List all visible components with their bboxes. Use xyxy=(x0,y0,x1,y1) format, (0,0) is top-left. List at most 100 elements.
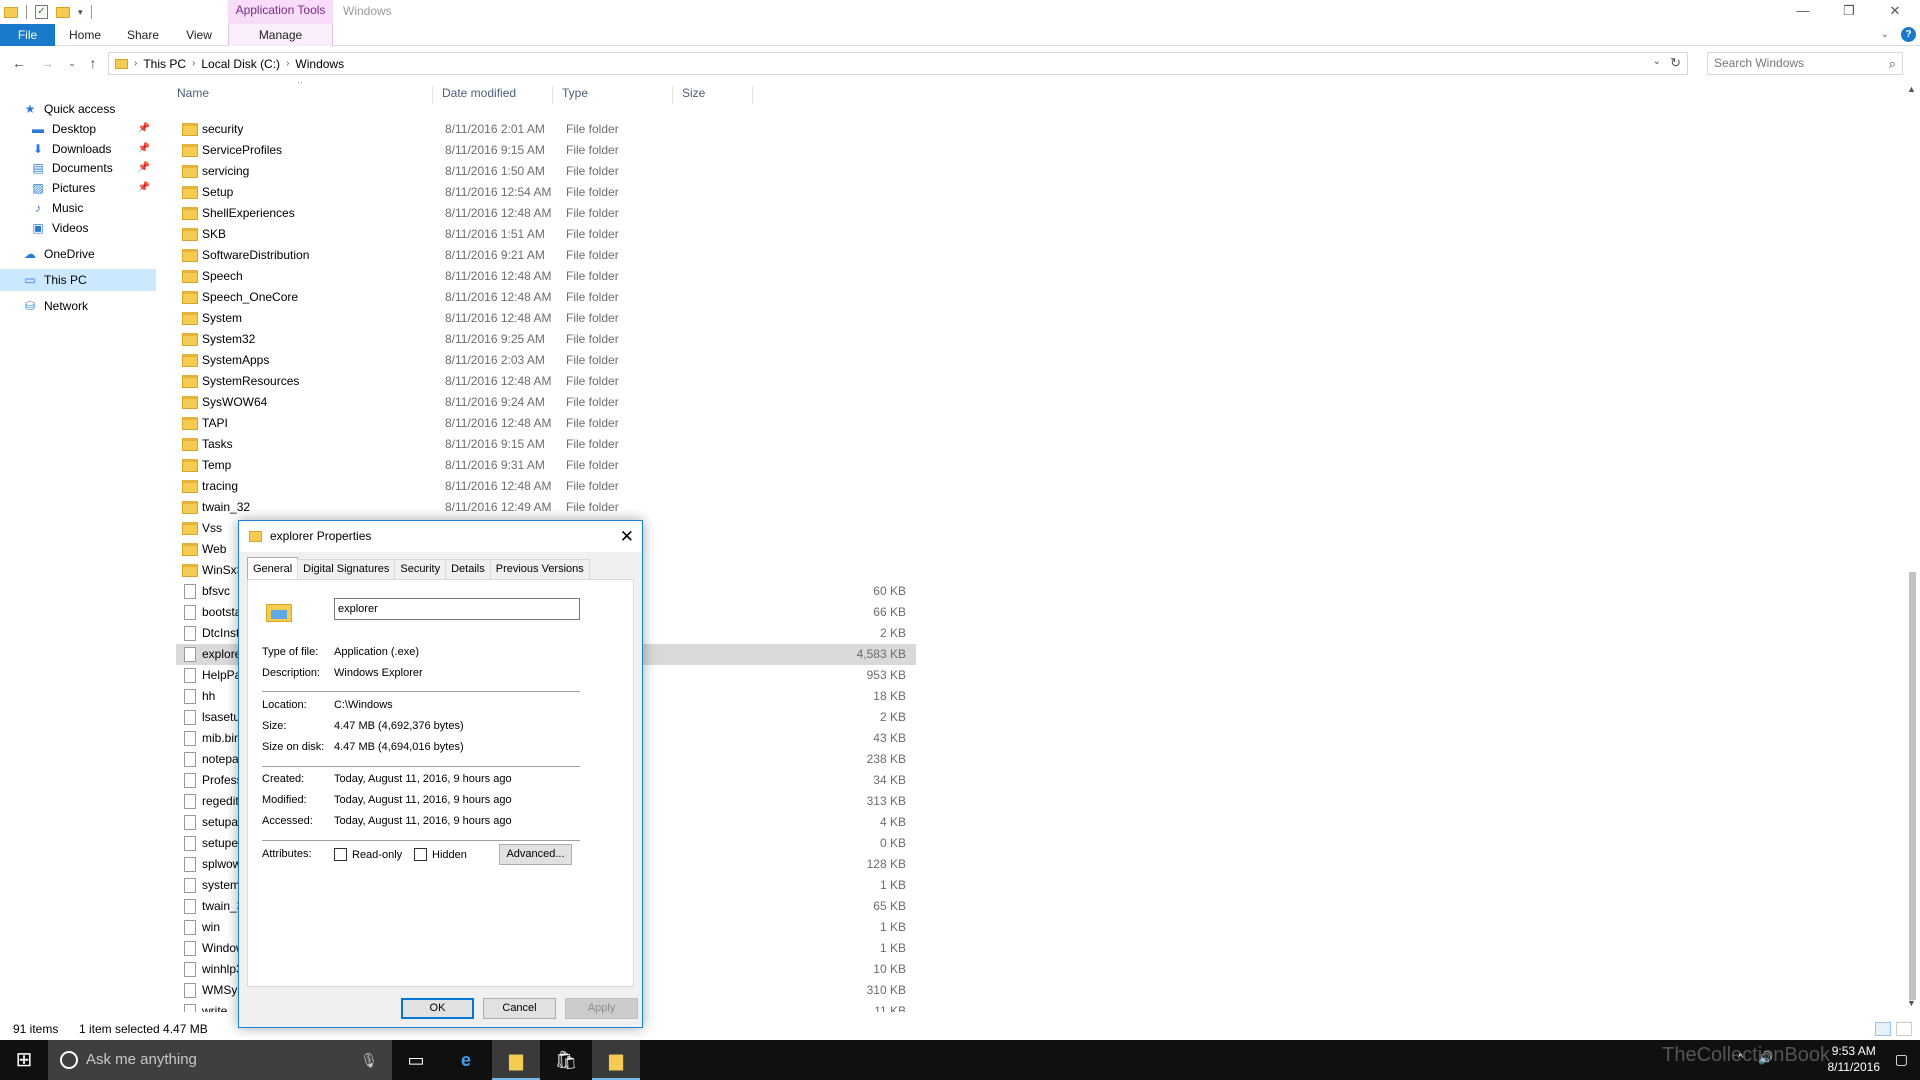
file-row[interactable]: System32 8/11/2016 9:25 AM File folder xyxy=(176,329,916,350)
clock-date: 8/11/2016 xyxy=(1827,1060,1881,1074)
tab-view[interactable]: View xyxy=(181,24,217,46)
chevron-down-icon[interactable]: ⌄ xyxy=(1653,56,1661,67)
file-row[interactable]: System 8/11/2016 12:48 AM File folder xyxy=(176,308,916,329)
column-size[interactable]: Size xyxy=(673,86,753,104)
sidebar-item-network[interactable]: ⛁ Network xyxy=(0,295,156,317)
vertical-scrollbar[interactable]: ▲ ▼ xyxy=(1904,80,1920,1010)
file-row[interactable]: ShellExperiences 8/11/2016 12:48 AM File f… xyxy=(176,203,916,224)
forward-button[interactable]: → xyxy=(37,54,57,72)
apply-button[interactable]: Apply xyxy=(565,998,638,1019)
breadcrumb-this-pc[interactable]: This PC xyxy=(137,57,192,71)
file-row[interactable]: SysWOW64 8/11/2016 9:24 AM File folder xyxy=(176,392,916,413)
cortana-search-box[interactable]: Ask me anything 🎙 xyxy=(48,1040,392,1080)
column-type[interactable]: Type xyxy=(553,86,673,104)
tab-manage[interactable]: Manage xyxy=(228,24,333,46)
file-row[interactable]: Speech_OneCore 8/11/2016 12:48 AM File fol… xyxy=(176,287,916,308)
file-row[interactable]: TAPI 8/11/2016 12:48 AM File folder xyxy=(176,413,916,434)
recent-locations-button[interactable]: ⌄ xyxy=(62,54,82,72)
pin-icon[interactable]: 📌 xyxy=(138,118,150,140)
minimize-button[interactable]: — xyxy=(1780,0,1826,24)
tab-general[interactable]: General xyxy=(247,557,299,579)
windows-start-icon[interactable]: ⊞ xyxy=(0,1040,48,1080)
file-row[interactable]: security 8/11/2016 2:01 AM File folder xyxy=(176,119,916,140)
clock[interactable]: 9:53 AM 8/11/2016 xyxy=(1828,1043,1881,1075)
show-hidden-icons-icon[interactable]: ^ xyxy=(1738,1052,1743,1064)
file-explorer-icon[interactable]: ▆ xyxy=(492,1040,540,1080)
scroll-up-icon[interactable]: ▲ xyxy=(1907,84,1916,94)
new-folder-icon[interactable] xyxy=(56,6,70,18)
file-row[interactable]: Speech 8/11/2016 12:48 AM File folder xyxy=(176,266,916,287)
details-view-icon[interactable] xyxy=(1875,1022,1891,1036)
tab-security[interactable]: Security xyxy=(394,559,447,579)
file-row[interactable]: Setup 8/11/2016 12:54 AM File folder xyxy=(176,182,916,203)
file-row[interactable]: Tasks 8/11/2016 9:15 AM File folder xyxy=(176,434,916,455)
file-row[interactable]: SKB 8/11/2016 1:51 AM File folder xyxy=(176,224,916,245)
tab-previous-versions[interactable]: Previous Versions xyxy=(489,559,590,579)
properties-icon[interactable]: ✓ xyxy=(35,5,48,19)
expand-ribbon-icon[interactable]: ⌄ xyxy=(1881,29,1889,40)
column-name[interactable]: Name xyxy=(168,86,433,104)
refresh-icon[interactable]: ↻ xyxy=(1670,55,1681,71)
breadcrumb-local-disk[interactable]: Local Disk (C:) xyxy=(195,57,286,71)
action-center-icon[interactable]: ▢ xyxy=(1895,1051,1908,1068)
hidden-checkbox[interactable] xyxy=(414,848,427,861)
tab-details[interactable]: Details xyxy=(445,559,491,579)
scrollbar-thumb[interactable] xyxy=(1909,572,1916,1000)
sidebar-item-this-pc[interactable]: ▭ This PC xyxy=(0,269,156,291)
search-input[interactable]: Search Windows ⌕ xyxy=(1707,52,1903,75)
breadcrumb-windows[interactable]: Windows xyxy=(289,57,350,71)
sidebar-item-onedrive[interactable]: ☁ OneDrive xyxy=(0,243,156,265)
close-button[interactable]: ✕ xyxy=(1872,0,1918,24)
tab-file[interactable]: File xyxy=(0,24,55,46)
edge-icon[interactable]: e xyxy=(442,1040,490,1080)
file-date: 8/11/2016 1:50 AM xyxy=(445,164,545,178)
column-date-modified[interactable]: Date modified xyxy=(433,86,553,104)
large-icons-view-icon[interactable] xyxy=(1896,1022,1912,1036)
scroll-down-icon[interactable]: ▼ xyxy=(1907,998,1916,1008)
volume-icon[interactable]: 🔊 xyxy=(1758,1051,1773,1065)
help-icon[interactable]: ? xyxy=(1901,27,1916,42)
sidebar-item-quick-access[interactable]: ★ Quick access xyxy=(0,98,156,120)
sidebar-item-documents[interactable]: ▤ Documents 📌 xyxy=(0,157,156,179)
file-name-field[interactable]: explorer xyxy=(334,598,580,620)
back-button[interactable]: ← xyxy=(9,54,29,72)
pin-icon[interactable]: 📌 xyxy=(138,157,150,179)
chevron-down-icon[interactable]: ▾ xyxy=(78,7,83,18)
sidebar-item-pictures[interactable]: ▨ Pictures 📌 xyxy=(0,177,156,199)
store-icon[interactable]: 🛍 xyxy=(542,1040,590,1080)
file-explorer-window: ✓ ▾ Application Tools Windows — ❐ ✕ File… xyxy=(0,0,1920,1080)
restore-button[interactable]: ❐ xyxy=(1826,0,1872,24)
file-date: 8/11/2016 9:15 AM xyxy=(445,143,545,157)
file-row[interactable]: SystemResources 8/11/2016 12:48 AM File fo… xyxy=(176,371,916,392)
up-button[interactable]: ↑ xyxy=(83,54,103,72)
sidebar-item-music[interactable]: ♪ Music xyxy=(0,197,156,219)
file-row[interactable]: SoftwareDistribution 8/11/2016 9:21 AM Fil… xyxy=(176,245,916,266)
file-row[interactable]: ServiceProfiles 8/11/2016 9:15 AM File fol… xyxy=(176,140,916,161)
tab-digital-signatures[interactable]: Digital Signatures xyxy=(297,559,396,579)
search-icon[interactable]: ⌕ xyxy=(1889,53,1896,74)
hidden-label[interactable]: Hidden xyxy=(432,849,467,861)
file-row[interactable]: Temp 8/11/2016 9:31 AM File folder xyxy=(176,455,916,476)
file-row[interactable]: servicing 8/11/2016 1:50 AM File folder xyxy=(176,161,916,182)
folder-icon[interactable] xyxy=(4,6,18,18)
tab-home[interactable]: Home xyxy=(66,24,104,46)
file-explorer-window-icon[interactable]: ▆ xyxy=(592,1040,640,1080)
ok-button[interactable]: OK xyxy=(401,998,474,1019)
file-row[interactable]: SystemApps 8/11/2016 2:03 AM File folder xyxy=(176,350,916,371)
file-name: Temp xyxy=(202,458,232,472)
file-type: File folder xyxy=(566,437,619,451)
advanced-button[interactable]: Advanced... xyxy=(499,844,572,865)
read-only-label[interactable]: Read-only xyxy=(352,849,402,861)
file-row[interactable]: tracing 8/11/2016 12:48 AM File folder xyxy=(176,476,916,497)
pin-icon[interactable]: 📌 xyxy=(138,177,150,199)
close-icon[interactable]: ✕ xyxy=(620,521,634,552)
sidebar-item-videos[interactable]: ▣ Videos xyxy=(0,217,156,239)
cancel-button[interactable]: Cancel xyxy=(483,998,556,1019)
address-bar[interactable]: › This PC › Local Disk (C:) › Windows ⌄ … xyxy=(108,52,1688,75)
tab-share[interactable]: Share xyxy=(124,24,162,46)
file-row[interactable]: twain_32 8/11/2016 12:49 AM File folder xyxy=(176,497,916,518)
sidebar-item-desktop[interactable]: ▬ Desktop 📌 xyxy=(0,118,156,140)
read-only-checkbox[interactable] xyxy=(334,848,347,861)
microphone-icon[interactable]: 🎙 xyxy=(360,1040,378,1080)
task-view-icon[interactable]: ▭ xyxy=(392,1040,440,1080)
